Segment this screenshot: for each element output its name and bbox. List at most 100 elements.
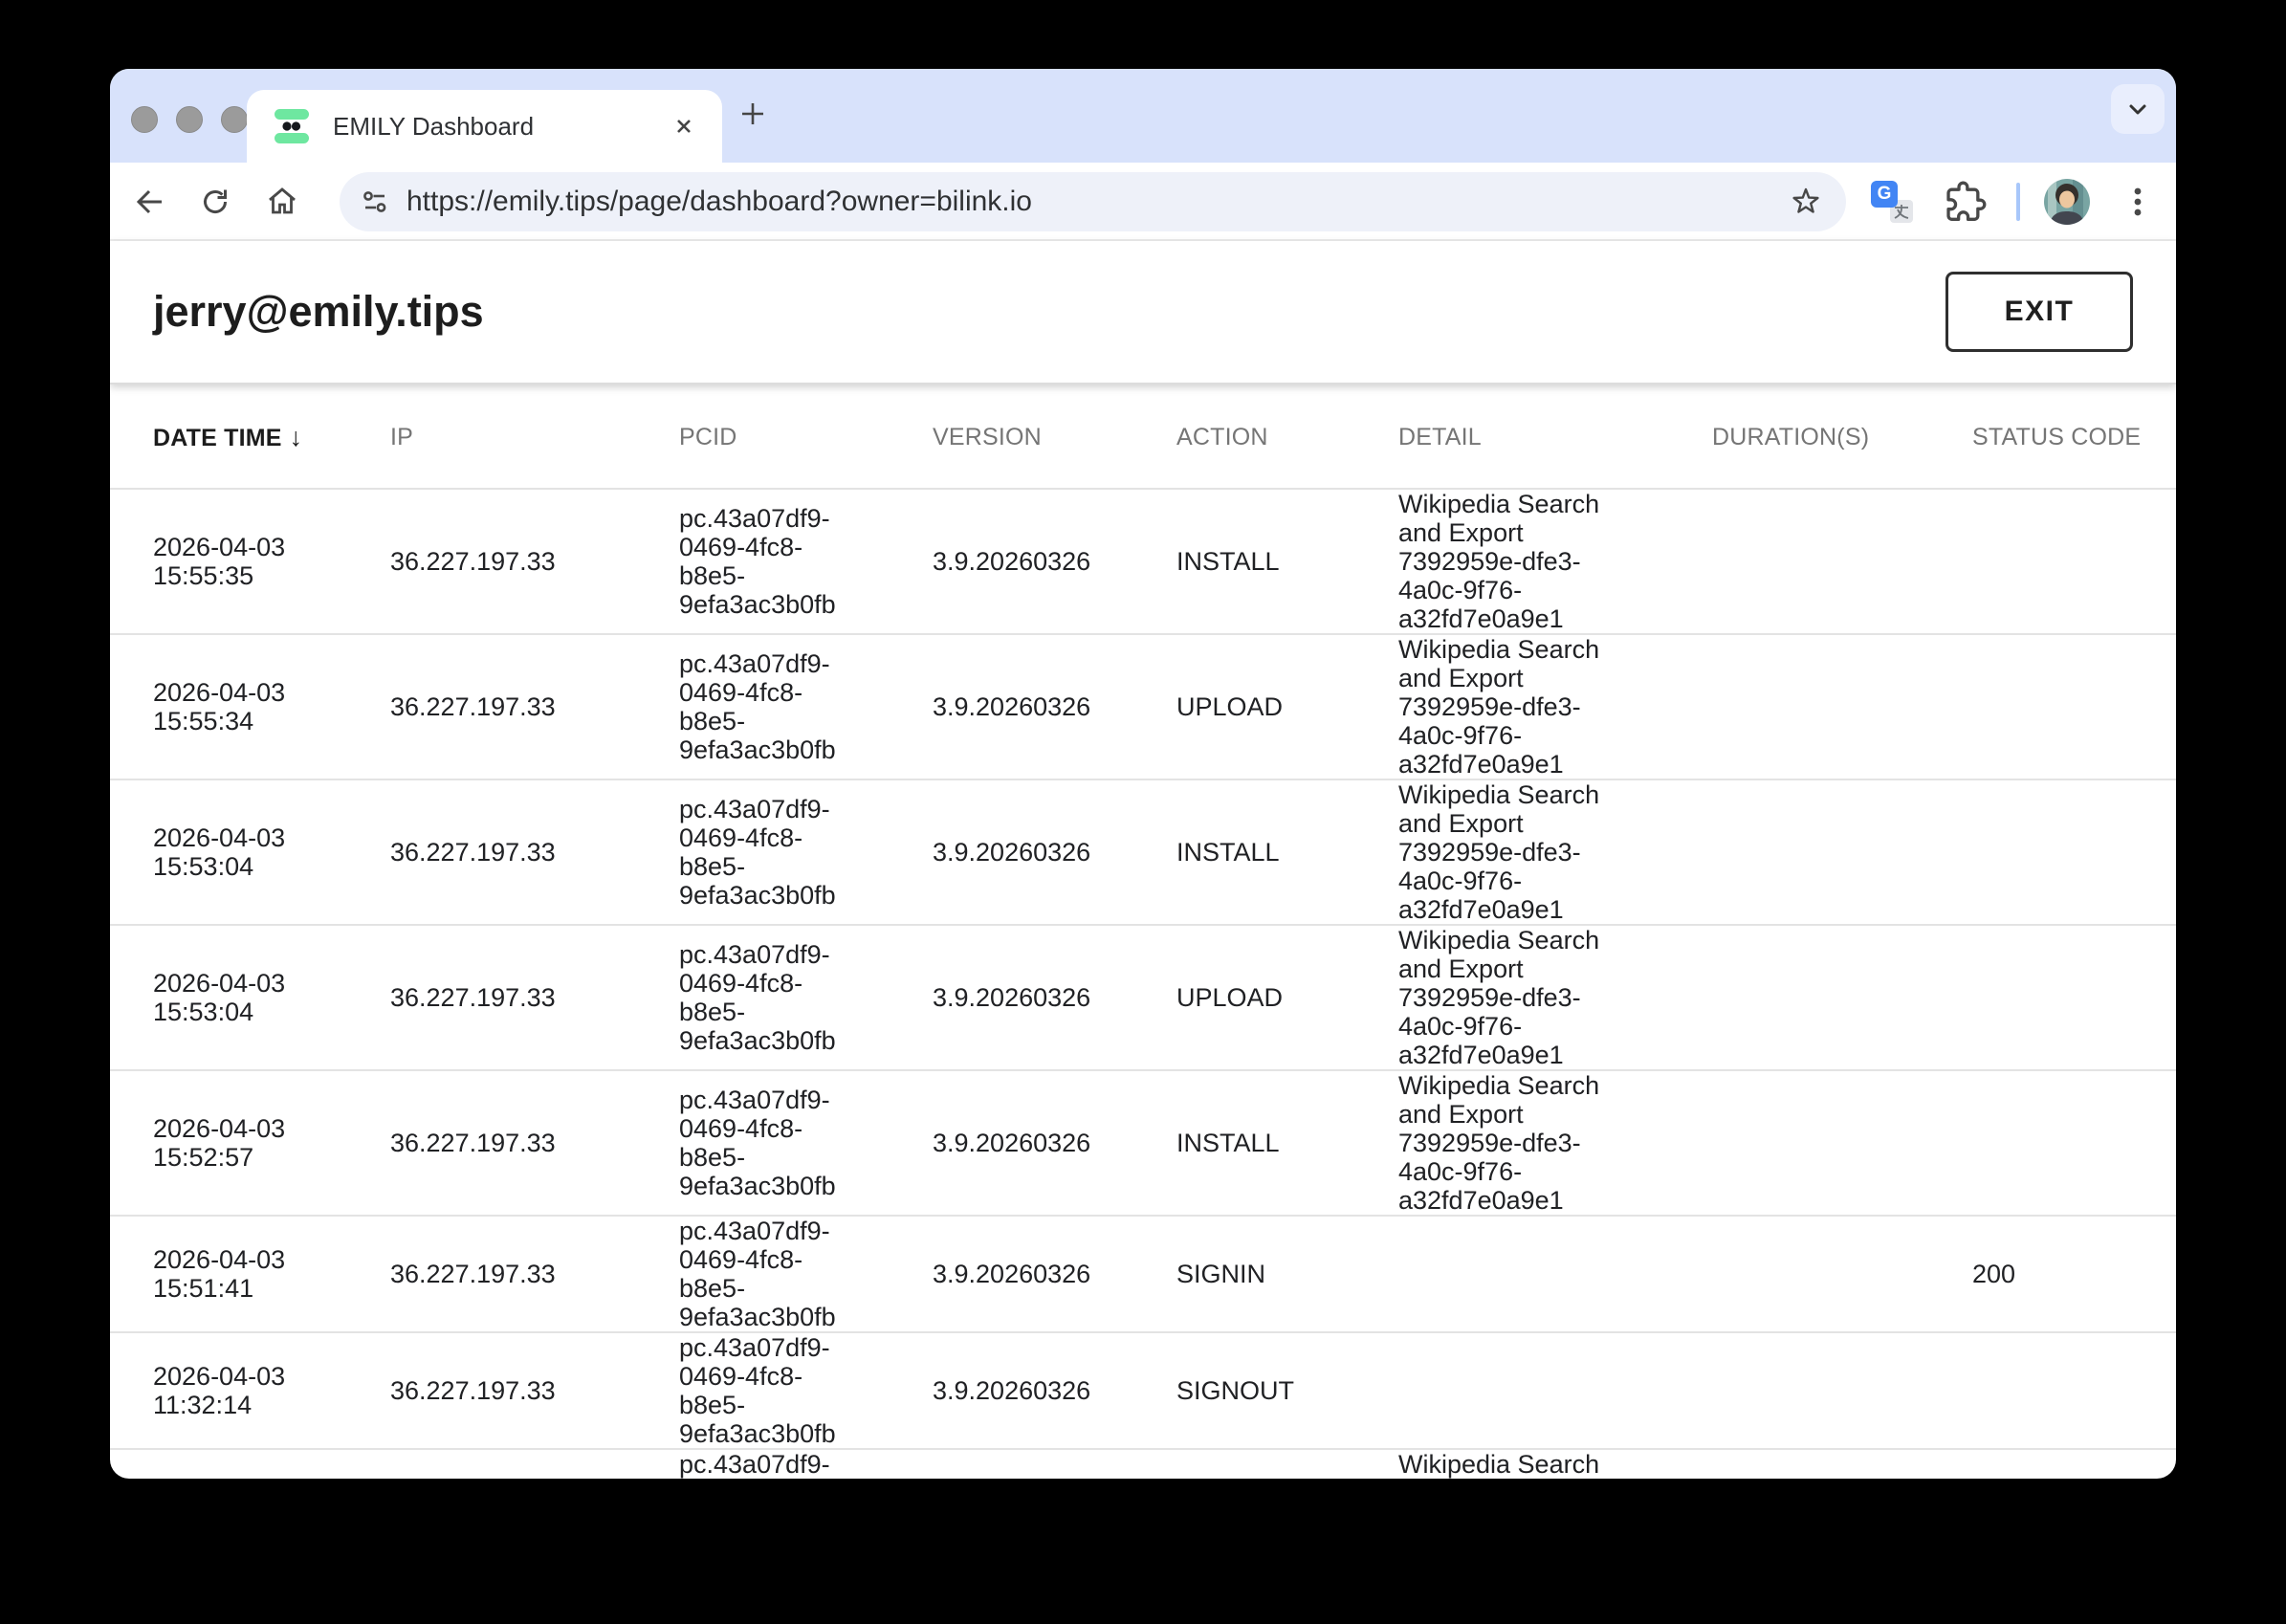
cell-ip: 36.227.197.33 bbox=[390, 925, 679, 1070]
events-table: DATE TIME↓ IP PCID VERSION ACTION DETAIL… bbox=[110, 386, 2176, 1479]
cell-duration bbox=[1712, 1449, 1972, 1479]
close-window-button[interactable] bbox=[131, 106, 158, 133]
site-settings-icon[interactable] bbox=[359, 186, 391, 218]
screenshot-stage: EMILY Dashboard bbox=[0, 0, 2286, 1624]
tab-strip: EMILY Dashboard bbox=[110, 69, 2176, 163]
table-row: 2026-04-03 15:55:34 36.227.197.33 pc.43a… bbox=[110, 634, 2176, 779]
table-row: 2026-04-03 15:53:04 36.227.197.33 pc.43a… bbox=[110, 779, 2176, 925]
table-row: 2026-04-03 15:51:41 36.227.197.33 pc.43a… bbox=[110, 1216, 2176, 1332]
cell-status: 200 bbox=[1972, 1216, 2176, 1332]
cell-datetime: 2026-04-03 15:53:04 bbox=[110, 779, 390, 925]
cell-datetime: 2026-04-03 15:53:04 bbox=[110, 925, 390, 1070]
cell-status bbox=[1972, 1332, 2176, 1449]
cell-version: 3.9.20260326 bbox=[933, 1070, 1176, 1216]
address-bar[interactable]: https://emily.tips/page/dashboard?owner=… bbox=[340, 172, 1846, 231]
column-header-duration: DURATION(S) bbox=[1712, 386, 1972, 489]
column-header-version: VERSION bbox=[933, 386, 1176, 489]
cell-detail: Wikipedia Search and Export 7392959e-dfe… bbox=[1398, 634, 1712, 779]
cell-version: 3.9.20260326 bbox=[933, 1216, 1176, 1332]
cell-version: 3.9.20260326 bbox=[933, 925, 1176, 1070]
cell-action: UPLOAD bbox=[1176, 925, 1398, 1070]
dashboard-content: DATE TIME↓ IP PCID VERSION ACTION DETAIL… bbox=[110, 386, 2176, 1479]
cell-pcid: pc.43a07df9-0469-4fc8-b8e5-9efa3ac3b0fb bbox=[679, 925, 933, 1070]
cell-status bbox=[1972, 489, 2176, 634]
cell-detail: Wikipedia Search and Export 7392959e-dfe… bbox=[1398, 489, 1712, 634]
exit-button[interactable]: EXIT bbox=[1945, 272, 2133, 352]
cell-version bbox=[933, 1449, 1176, 1479]
cell-detail bbox=[1398, 1332, 1712, 1449]
profile-avatar[interactable] bbox=[2044, 179, 2090, 225]
cell-ip: 36.227.197.33 bbox=[390, 1216, 679, 1332]
table-row: 2026-04-03 15:53:04 36.227.197.33 pc.43a… bbox=[110, 925, 2176, 1070]
cell-version: 3.9.20260326 bbox=[933, 489, 1176, 634]
cell-duration bbox=[1712, 489, 1972, 634]
cell-action: INSTALL bbox=[1176, 489, 1398, 634]
minimize-window-button[interactable] bbox=[176, 106, 203, 133]
cell-datetime: 2026-04-03 15:55:35 bbox=[110, 489, 390, 634]
home-icon[interactable] bbox=[263, 183, 301, 221]
cell-status bbox=[1972, 1449, 2176, 1479]
table-row: 2026-04-03 11:32:14 36.227.197.33 pc.43a… bbox=[110, 1332, 2176, 1449]
cell-pcid: pc.43a07df9-0469-4fc8-b8e5-9efa3ac3b0fb bbox=[679, 779, 933, 925]
cell-duration bbox=[1712, 1070, 1972, 1216]
chevron-down-icon bbox=[2124, 96, 2151, 122]
close-icon[interactable] bbox=[670, 113, 697, 140]
cell-pcid: pc.43a07df9-0469-4fc8-b8e5-9efa3ac3b0fb bbox=[679, 1216, 933, 1332]
back-icon[interactable] bbox=[131, 183, 169, 221]
browser-tab[interactable]: EMILY Dashboard bbox=[247, 90, 722, 163]
three-dot-menu-icon[interactable] bbox=[2119, 183, 2157, 221]
cell-duration bbox=[1712, 1332, 1972, 1449]
cell-datetime: 2026-04-03 11:32:14 bbox=[110, 1332, 390, 1449]
cell-detail: Wikipedia Search and Export 7392959e-dfe… bbox=[1398, 779, 1712, 925]
translate-g-label: G bbox=[1871, 181, 1898, 208]
cell-action: INSTALL bbox=[1176, 779, 1398, 925]
cell-ip: 36.227.197.33 bbox=[390, 634, 679, 779]
column-header-datetime[interactable]: DATE TIME↓ bbox=[110, 386, 390, 489]
cell-action: UPLOAD bbox=[1176, 634, 1398, 779]
extensions-puzzle-icon[interactable] bbox=[1945, 181, 1987, 223]
cell-version: 3.9.20260326 bbox=[933, 634, 1176, 779]
robot-face-icon bbox=[272, 106, 312, 146]
google-translate-icon[interactable]: G bbox=[1871, 181, 1913, 223]
column-header-ip: IP bbox=[390, 386, 679, 489]
cell-duration bbox=[1712, 1216, 1972, 1332]
tab-title: EMILY Dashboard bbox=[333, 112, 670, 142]
column-header-action: ACTION bbox=[1176, 386, 1398, 489]
tab-search-button[interactable] bbox=[2111, 84, 2165, 134]
cell-ip: 36.227.197.33 bbox=[390, 1070, 679, 1216]
column-header-detail: DETAIL bbox=[1398, 386, 1712, 489]
maximize-window-button[interactable] bbox=[221, 106, 248, 133]
page-header: jerry@emily.tips EXIT bbox=[110, 241, 2176, 384]
cell-duration bbox=[1712, 925, 1972, 1070]
cell-ip bbox=[390, 1449, 679, 1479]
cell-version: 3.9.20260326 bbox=[933, 1332, 1176, 1449]
browser-toolbar: https://emily.tips/page/dashboard?owner=… bbox=[110, 163, 2176, 241]
cell-datetime bbox=[110, 1449, 390, 1479]
sort-desc-icon: ↓ bbox=[290, 423, 303, 451]
cell-status bbox=[1972, 634, 2176, 779]
reload-icon[interactable] bbox=[196, 183, 234, 221]
cell-duration bbox=[1712, 779, 1972, 925]
cell-detail: Wikipedia Search bbox=[1398, 1449, 1712, 1479]
cell-pcid: pc.43a07df9- bbox=[679, 1449, 933, 1479]
cell-datetime: 2026-04-03 15:52:57 bbox=[110, 1070, 390, 1216]
cell-datetime: 2026-04-03 15:51:41 bbox=[110, 1216, 390, 1332]
table-header-row: DATE TIME↓ IP PCID VERSION ACTION DETAIL… bbox=[110, 386, 2176, 489]
cell-action: SIGNIN bbox=[1176, 1216, 1398, 1332]
cell-pcid: pc.43a07df9-0469-4fc8-b8e5-9efa3ac3b0fb bbox=[679, 1070, 933, 1216]
plus-icon[interactable] bbox=[736, 97, 770, 131]
cell-datetime: 2026-04-03 15:55:34 bbox=[110, 634, 390, 779]
cell-detail: Wikipedia Search and Export 7392959e-dfe… bbox=[1398, 1070, 1712, 1216]
cell-status bbox=[1972, 925, 2176, 1070]
table-row: pc.43a07df9- Wikipedia Search bbox=[110, 1449, 2176, 1479]
url-text[interactable]: https://emily.tips/page/dashboard?owner=… bbox=[407, 186, 1787, 218]
user-email: jerry@emily.tips bbox=[153, 287, 484, 337]
table-row: 2026-04-03 15:52:57 36.227.197.33 pc.43a… bbox=[110, 1070, 2176, 1216]
bookmark-star-icon[interactable] bbox=[1787, 183, 1825, 221]
cell-ip: 36.227.197.33 bbox=[390, 489, 679, 634]
cell-version: 3.9.20260326 bbox=[933, 779, 1176, 925]
cell-duration bbox=[1712, 634, 1972, 779]
cell-pcid: pc.43a07df9-0469-4fc8-b8e5-9efa3ac3b0fb bbox=[679, 489, 933, 634]
cell-ip: 36.227.197.33 bbox=[390, 1332, 679, 1449]
cell-ip: 36.227.197.33 bbox=[390, 779, 679, 925]
